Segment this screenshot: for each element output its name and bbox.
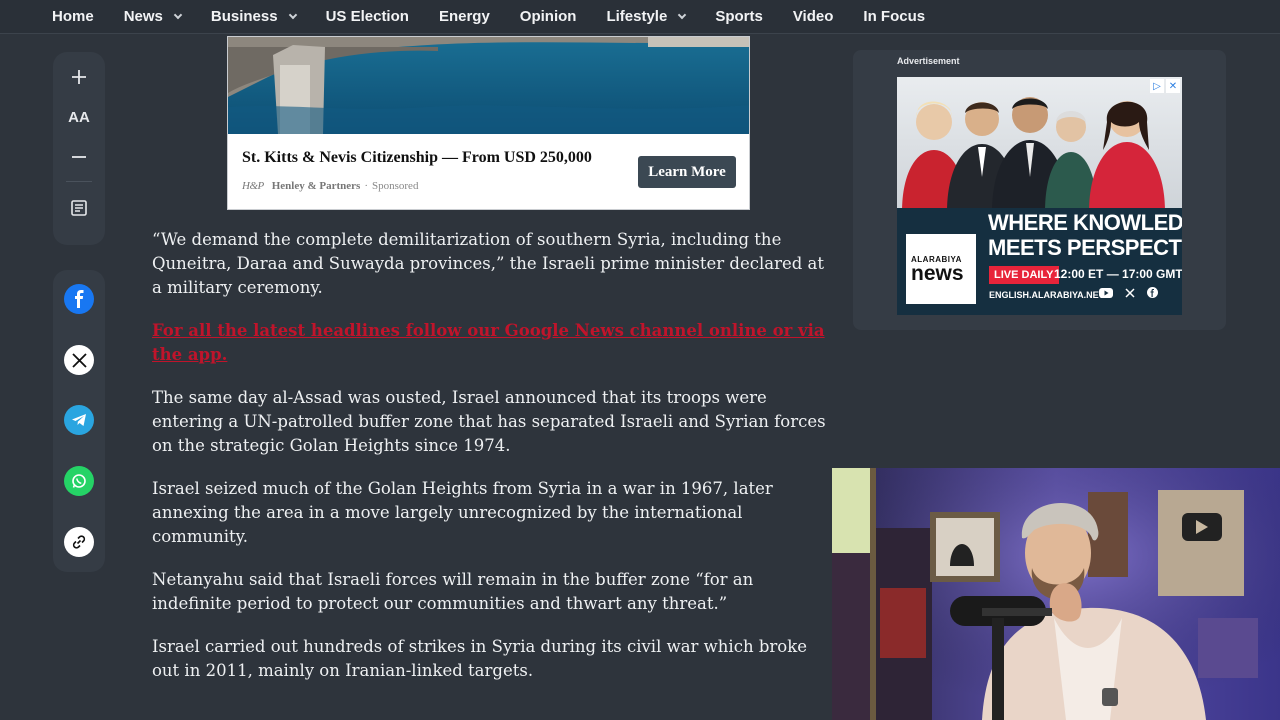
nav-energy-label: Energy <box>438 8 490 25</box>
advertisement-label: Advertisement <box>897 56 960 66</box>
nav-opinion-label: Opinion <box>519 8 577 25</box>
nav-opinion[interactable]: Opinion <box>520 8 577 25</box>
top-navigation: Home News Business US Election Energy Op… <box>0 0 1280 34</box>
nav-home-label: Home <box>52 8 94 25</box>
font-size-label[interactable]: AA <box>59 97 99 137</box>
nav-lifestyle-label: Lifestyle <box>606 8 668 25</box>
nav-lifestyle[interactable]: Lifestyle <box>606 8 687 25</box>
article-body: “We demand the complete demilitarization… <box>152 228 832 702</box>
webcam-overlay <box>832 468 1280 720</box>
harbor-photo <box>228 37 749 134</box>
document-icon[interactable] <box>59 188 99 228</box>
chevron-down-icon[interactable] <box>173 10 183 19</box>
alarabiya-ad[interactable]: ▷ ✕ ALARABIYA news WHERE KNOWLEDGE MEETS… <box>897 77 1182 315</box>
nav-news[interactable]: News <box>123 8 183 25</box>
ad-controls: ▷ ✕ <box>1150 79 1180 93</box>
advertisement-panel: Advertisement ▷ ✕ ALARABIYA news WHERE K… <box>853 50 1226 330</box>
nav-us-election[interactable]: US Election <box>326 8 409 25</box>
sponsor-brand: Henley & Partners <box>271 180 361 192</box>
plus-icon[interactable] <box>59 57 99 97</box>
link-icon[interactable] <box>64 527 94 557</box>
nav-sports-label: Sports <box>715 8 763 25</box>
divider <box>66 181 92 182</box>
sponsor-separator: · <box>364 180 368 192</box>
ad-headline-1: WHERE KNOWLEDGE <box>988 210 1182 235</box>
nav-home[interactable]: Home <box>52 8 94 25</box>
article-paragraph: “We demand the complete demilitarization… <box>152 230 825 297</box>
nav-energy[interactable]: Energy <box>439 8 490 25</box>
alarabiya-logo: ALARABIYA news <box>906 234 976 304</box>
nav-video[interactable]: Video <box>793 8 834 25</box>
nav-business[interactable]: Business <box>210 8 297 25</box>
share-panel <box>53 270 105 572</box>
article-paragraph: Israel seized much of the Golan Heights … <box>152 479 773 546</box>
nav-news-label: News <box>123 8 163 25</box>
ad-logo-line2: news <box>911 261 964 285</box>
nav-in-focus[interactable]: In Focus <box>863 8 925 25</box>
whatsapp-icon[interactable] <box>64 466 94 496</box>
article-paragraph: Netanyahu said that Israeli forces will … <box>152 570 754 613</box>
x-icon[interactable] <box>64 345 94 375</box>
reading-tools-panel: AA <box>53 52 105 245</box>
streamer-webcam-image <box>832 468 1280 720</box>
chevron-down-icon[interactable] <box>288 10 297 19</box>
ad-headline-2: MEETS PERSPECTIVE <box>988 235 1182 260</box>
youtube-icon <box>1099 287 1113 298</box>
x-icon <box>1125 287 1135 298</box>
sponsored-meta: H&P Henley & Partners · Sponsored <box>242 180 418 192</box>
ad-url: ENGLISH.ALARABIYA.NET <box>989 290 1105 300</box>
nav-in-focus-label: In Focus <box>863 8 926 25</box>
ad-social-icons <box>1099 287 1158 298</box>
live-daily-badge: LIVE DAILY <box>989 266 1059 284</box>
nav-us-election-label: US Election <box>325 8 409 25</box>
chevron-down-icon[interactable] <box>678 10 687 19</box>
nav-business-label: Business <box>210 8 278 25</box>
adchoices-icon[interactable]: ▷ <box>1150 79 1164 93</box>
sponsored-card[interactable]: St. Kitts & Nevis Citizenship — From USD… <box>227 36 750 210</box>
facebook-icon <box>1147 287 1158 298</box>
google-news-link[interactable]: For all the latest headlines follow our … <box>152 319 832 367</box>
minus-icon[interactable] <box>59 137 99 177</box>
henley-partners-logo: H&P <box>242 180 264 192</box>
sponsored-tag: Sponsored <box>372 180 419 192</box>
telegram-icon[interactable] <box>64 405 94 435</box>
article-paragraph: Israel carried out hundreds of strikes i… <box>152 637 807 680</box>
nav-sports[interactable]: Sports <box>715 8 763 25</box>
article-paragraph: The same day al-Assad was ousted, Israel… <box>152 388 826 455</box>
learn-more-button[interactable]: Learn More <box>638 156 736 188</box>
ad-hours: 12:00 ET — 17:00 GMT <box>1054 267 1182 281</box>
nav-video-label: Video <box>792 8 834 25</box>
sponsored-title[interactable]: St. Kitts & Nevis Citizenship — From USD… <box>242 149 592 167</box>
close-icon[interactable]: ✕ <box>1166 79 1180 93</box>
facebook-icon[interactable] <box>64 284 94 314</box>
